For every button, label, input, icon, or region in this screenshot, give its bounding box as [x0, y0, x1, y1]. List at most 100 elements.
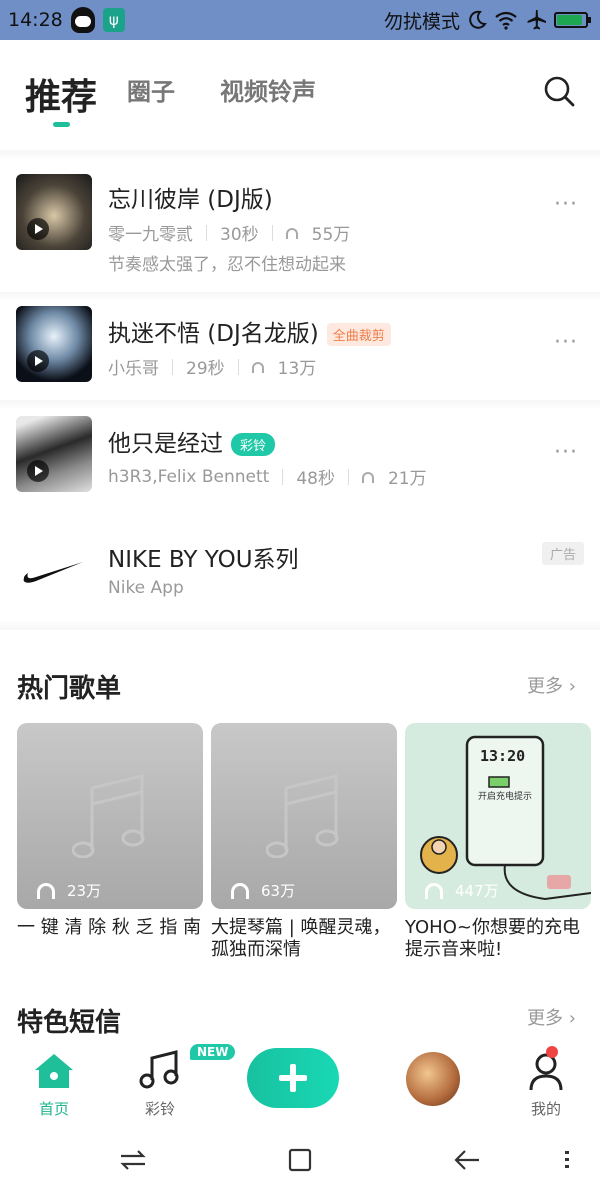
- nav-home-label: 首页: [38, 1100, 69, 1118]
- chevron-right-icon: ›: [568, 1008, 576, 1029]
- song-meta: h3R3,Felix Bennett 48秒 21万: [108, 464, 427, 490]
- song-artist: 零一九零贰: [108, 225, 193, 245]
- play-icon[interactable]: [27, 350, 49, 372]
- headphone-icon: [425, 882, 443, 899]
- active-tab-indicator: [53, 122, 70, 127]
- search-icon[interactable]: [542, 74, 576, 108]
- playlist-card[interactable]: 23万 一 键 清 除 秋 乏 指 南: [17, 723, 203, 939]
- tab-video-ringtone[interactable]: 视频铃声: [220, 72, 316, 107]
- battery-icon: [554, 12, 591, 28]
- headphone-icon: [285, 228, 298, 239]
- song-title: 忘川彼岸 (DJ版): [108, 187, 273, 213]
- section-divider: [0, 400, 600, 410]
- song-title-line: 执迷不悟 (DJ名龙版) 全曲裁剪: [108, 314, 391, 348]
- playlist-title: 大提琴篇 | 唤醒灵魂，孤独而深情: [211, 917, 391, 960]
- headphone-icon: [361, 472, 374, 483]
- section-divider: [0, 150, 600, 160]
- new-badge: NEW: [190, 1044, 236, 1060]
- playlist-title: YOHO~你想要的充电提示音来啦!: [405, 917, 580, 960]
- top-tab-bar: 推荐 圈子 视频铃声: [0, 40, 600, 140]
- playlist-cover: 63万: [211, 723, 397, 909]
- more-options-icon[interactable]: ···: [554, 192, 578, 217]
- ad-tag: 广告: [541, 542, 584, 565]
- more-options-icon[interactable]: ···: [554, 330, 578, 355]
- playlist-card[interactable]: 13:20 开启充电提示 447万 YOHO~你想要的充电提示音来啦!: [405, 723, 591, 961]
- playlist-card[interactable]: 63万 大提琴篇 | 唤醒灵魂，孤独而深情: [211, 723, 397, 961]
- headphone-icon: [251, 362, 264, 373]
- song-meta: 小乐哥 29秒 13万: [108, 354, 316, 379]
- song-plays: 55万: [311, 225, 351, 245]
- song-description: 节奏感太强了，忍不住想动起来: [108, 255, 346, 275]
- full-song-cut-badge: 全曲裁剪: [326, 323, 391, 346]
- nav-home[interactable]: 首页: [14, 1040, 94, 1120]
- music-note-icon: [139, 1050, 179, 1089]
- play-icon[interactable]: [27, 218, 49, 240]
- nav-ringtone[interactable]: 彩铃: [120, 1040, 200, 1120]
- playlist-plays: 63万: [261, 882, 296, 900]
- section-divider: [0, 620, 600, 630]
- tab-circle[interactable]: 圈子: [127, 72, 175, 107]
- avatar[interactable]: [406, 1052, 460, 1106]
- song-duration: 30秒: [220, 225, 259, 245]
- ringtone-badge: 彩铃: [231, 433, 276, 456]
- sms-title: 特色短信: [17, 1008, 122, 1038]
- nav-mine-label: 我的: [530, 1100, 561, 1118]
- play-icon[interactable]: [27, 460, 49, 482]
- song-cover: [16, 174, 92, 250]
- more-label: 更多: [527, 1008, 564, 1029]
- music-note-icon: [266, 774, 339, 858]
- system-nav-bar: [0, 1120, 600, 1200]
- song-duration: 48秒: [296, 469, 335, 489]
- more-label: 更多: [527, 676, 564, 697]
- song-item[interactable]: 执迷不悟 (DJ名龙版) 全曲裁剪 小乐哥 29秒 13万 ···: [0, 292, 600, 400]
- playlist-title: 一 键 清 除 秋 乏 指 南: [17, 917, 202, 938]
- song-item[interactable]: 他只是经过 彩铃 h3R3,Felix Bennett 48秒 21万 ···: [0, 400, 600, 510]
- playlist-cover: 13:20 开启充电提示 447万: [405, 723, 591, 909]
- user-icon: [529, 1053, 563, 1091]
- more-options-icon[interactable]: ···: [554, 440, 578, 465]
- song-plays: 13万: [277, 359, 317, 379]
- song-cover: [16, 306, 92, 382]
- home-square-icon[interactable]: [287, 1147, 313, 1173]
- status-bar: 14:28 ψ 勿扰模式: [0, 0, 600, 40]
- usb-icon: ψ: [102, 8, 125, 32]
- app-root: 14:28 ψ 勿扰模式 推荐 圈子 视频铃声 忘川彼岸 (DJ版) 零一九零贰…: [0, 0, 600, 1200]
- song-item[interactable]: 忘川彼岸 (DJ版) 零一九零贰 30秒 55万 节奏感太强了，忍不住想动起来 …: [0, 150, 600, 292]
- menu-dots-icon[interactable]: [562, 1147, 572, 1173]
- song-artist: h3R3,Felix Bennett: [108, 466, 270, 487]
- airplane-icon: [527, 10, 546, 30]
- ad-title: NIKE BY YOU系列: [108, 547, 299, 573]
- ad-item[interactable]: NIKE BY YOU系列 Nike App 广告: [0, 520, 600, 630]
- nike-logo: [23, 562, 83, 583]
- home-icon: [35, 1054, 73, 1088]
- charger-screen-text: 开启充电提示: [478, 792, 533, 802]
- song-cover: [16, 416, 92, 492]
- wifi-icon: [495, 11, 517, 30]
- nav-ringtone-label: 彩铃: [144, 1100, 175, 1118]
- dnd-label: 勿扰模式: [383, 10, 460, 33]
- song-duration: 29秒: [186, 359, 225, 379]
- song-title: 执迷不悟 (DJ名龙版): [108, 321, 319, 347]
- playlist-plays: 447万: [455, 882, 499, 900]
- create-button[interactable]: [247, 1048, 339, 1108]
- song-artist: 小乐哥: [108, 359, 159, 379]
- bottom-nav: 首页 彩铃 NEW 我的: [0, 1040, 600, 1120]
- moon-icon: [469, 10, 487, 29]
- qq-icon: [70, 7, 95, 33]
- status-time: 14:28: [8, 9, 63, 31]
- song-title-line: 他只是经过 彩铃: [108, 424, 276, 458]
- headphone-icon: [231, 882, 249, 899]
- hot-playlists-more[interactable]: 更多 ›: [527, 672, 576, 698]
- hot-playlists-title: 热门歌单: [17, 674, 122, 704]
- back-icon[interactable]: [453, 1147, 481, 1173]
- tab-recommend[interactable]: 推荐: [25, 68, 97, 120]
- song-title: 他只是经过: [108, 431, 223, 457]
- sms-more[interactable]: 更多 ›: [527, 1004, 576, 1030]
- playlist-cover: 23万: [17, 723, 203, 909]
- playlist-plays: 23万: [67, 882, 102, 900]
- charger-screen-time: 13:20: [480, 747, 526, 765]
- ad-tag-label: 广告: [549, 548, 576, 563]
- headphone-icon: [37, 882, 55, 899]
- switch-apps-icon[interactable]: [119, 1148, 147, 1172]
- ad-subtitle: Nike App: [108, 578, 184, 598]
